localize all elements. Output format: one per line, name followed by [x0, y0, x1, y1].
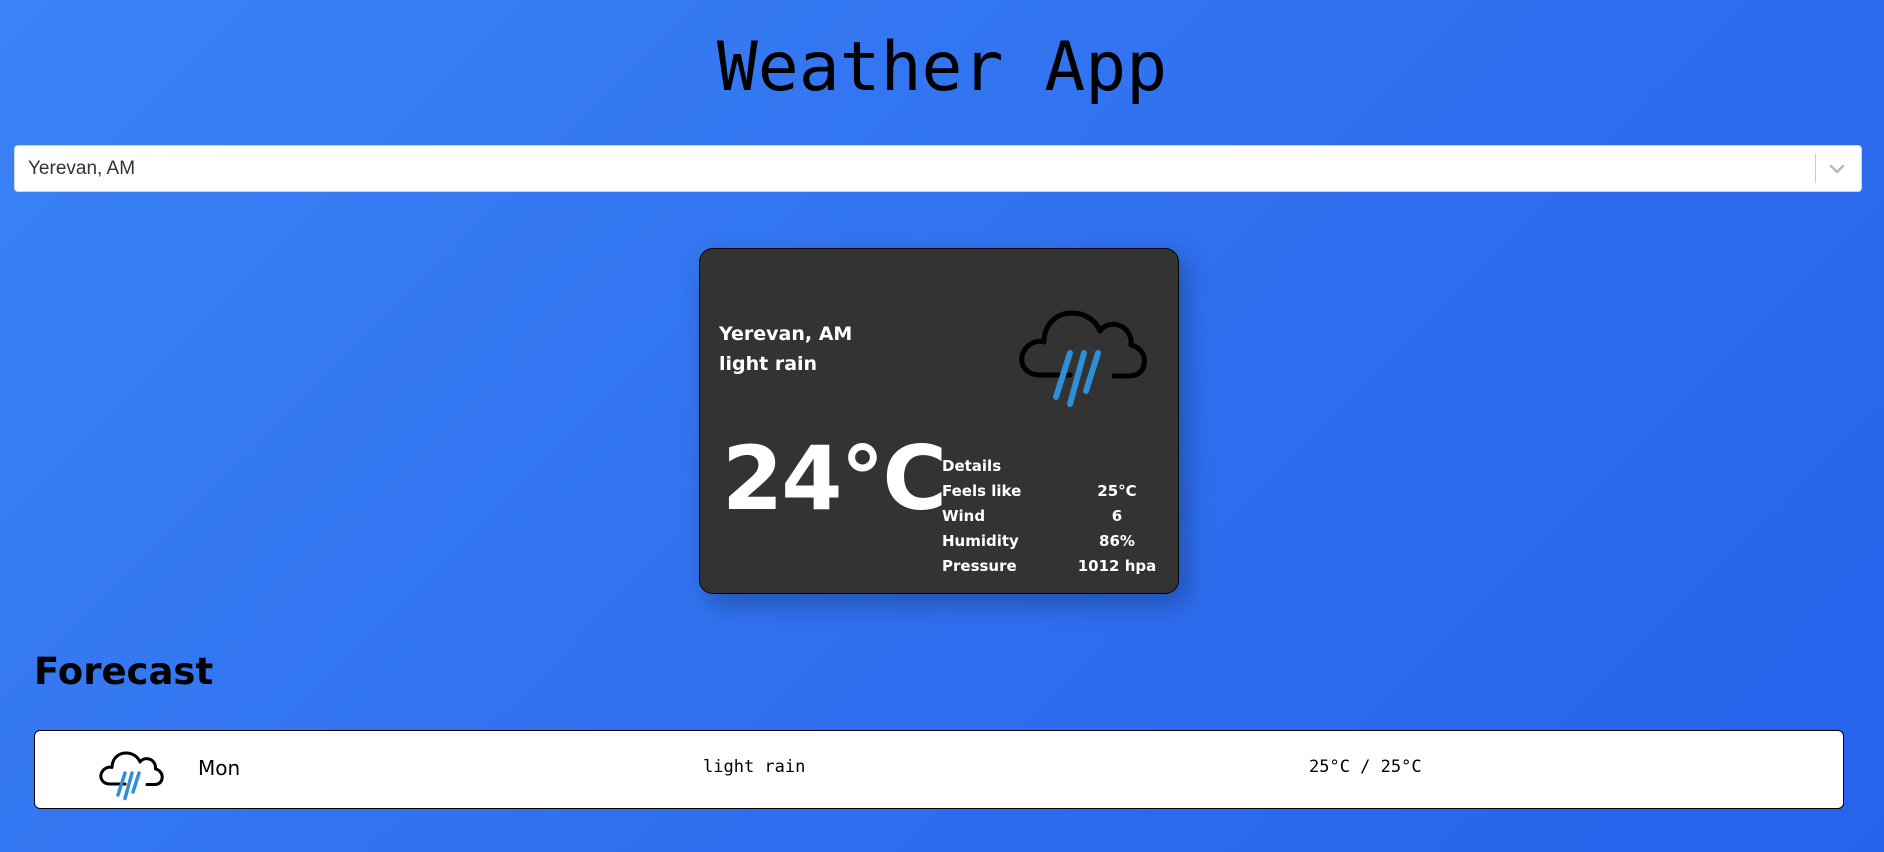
chevron-down-icon[interactable] — [1823, 155, 1851, 183]
rain-cloud-icon — [99, 751, 164, 801]
forecast-day: Mon — [198, 756, 241, 780]
details-title: Details — [942, 457, 1002, 475]
detail-label: Feels like — [942, 482, 1022, 500]
detail-value: 6 — [1111, 507, 1123, 525]
forecast-description: light rain — [703, 757, 806, 777]
detail-label: Wind — [942, 507, 986, 525]
search-value[interactable]: Yerevan, AM — [28, 146, 135, 191]
search-separator — [1815, 154, 1816, 183]
detail-value: 86% — [1099, 532, 1135, 550]
detail-label: Pressure — [942, 557, 1017, 575]
detail-value: 25°C — [1097, 482, 1137, 500]
forecast-item[interactable]: Mon light rain 25°C / 25°C — [34, 730, 1844, 809]
detail-wind: Wind 6 — [942, 504, 1162, 529]
city-search-select[interactable]: Yerevan, AM — [14, 145, 1862, 192]
app-title: Weather App — [716, 28, 1168, 107]
detail-value: 1012 hpa — [1077, 557, 1157, 575]
forecast-title: Forecast — [34, 650, 214, 693]
detail-label: Humidity — [942, 532, 1019, 550]
rain-cloud-icon — [1019, 310, 1147, 407]
current-city: Yerevan, AM — [719, 323, 853, 345]
forecast-temp-range: 25°C / 25°C — [1309, 757, 1422, 777]
detail-feels-like: Feels like 25°C — [942, 479, 1162, 504]
details-panel: Details Feels like 25°C Wind 6 Humidity … — [942, 454, 1162, 579]
detail-humidity: Humidity 86% — [942, 529, 1162, 554]
current-weather-card: Yerevan, AM light rain 24°C Details Feel… — [699, 248, 1179, 594]
detail-pressure: Pressure 1012 hpa — [942, 554, 1162, 579]
current-description: light rain — [719, 353, 818, 375]
current-temperature: 24°C — [722, 427, 947, 530]
